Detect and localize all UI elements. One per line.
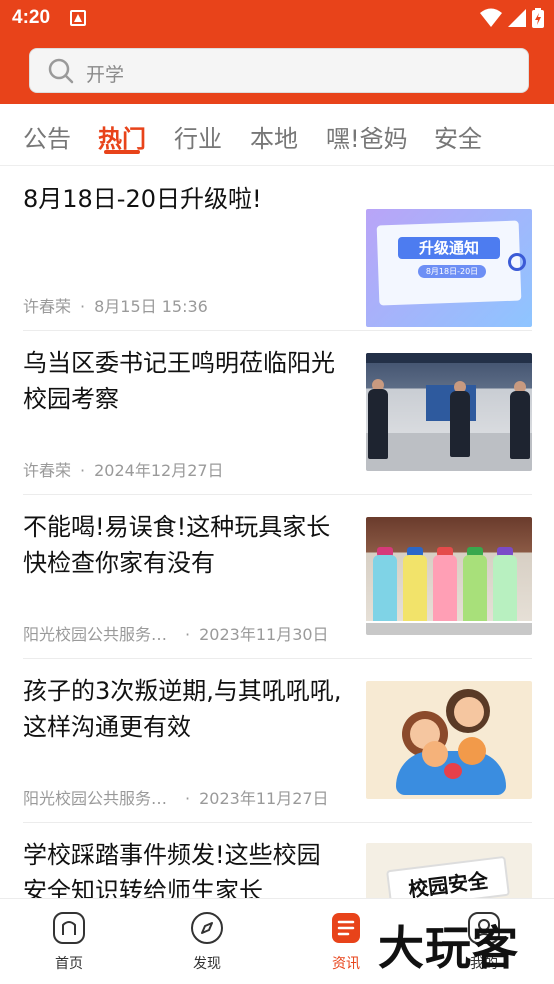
compass-icon	[191, 912, 223, 944]
article-meta: 许春荣 · 2024年12月27日	[23, 457, 224, 481]
tab-hot[interactable]: 热门	[98, 119, 146, 154]
article-meta: 许春荣 · 8月15日 15:36	[23, 293, 208, 317]
article-thumbnail: 升级通知 8月18日-20日	[366, 209, 532, 327]
thumb-child	[458, 737, 486, 765]
thumb-face	[454, 697, 484, 727]
thumb-bottle	[433, 555, 457, 625]
article-author: 阳光校园公共服务…	[23, 625, 168, 644]
article-thumbnail	[366, 353, 532, 471]
article-date: 2024年12月27日	[94, 461, 224, 480]
article-date: 2023年11月27日	[199, 789, 329, 808]
category-tabs: 公告 热门 行业 本地 嘿!爸妈 安全	[0, 104, 554, 166]
thumb-bottle	[463, 555, 487, 625]
thumb-floor	[366, 433, 532, 471]
magnifier-icon	[508, 253, 526, 271]
article-author: 阳光校园公共服务…	[23, 789, 168, 808]
article-title: 乌当区委书记王鸣明莅临阳光校园考察	[23, 349, 335, 413]
article-author: 许春荣	[23, 461, 72, 480]
thumb-bottle	[373, 555, 397, 625]
nav-label: 资讯	[332, 956, 360, 972]
search-icon	[48, 58, 74, 84]
divider	[23, 822, 532, 823]
thumb-heart	[444, 763, 462, 779]
article-author: 许春荣	[23, 297, 72, 316]
tab-hey-parents[interactable]: 嘿!爸妈	[326, 119, 408, 154]
article-title: 不能喝!易误食!这种玩具家长快检查你家有没有	[23, 513, 331, 577]
nav-label: 首页	[55, 956, 83, 972]
article-date: 2023年11月30日	[199, 625, 329, 644]
thumb-person	[510, 391, 530, 459]
thumb-date-chip: 8月18日-20日	[418, 265, 486, 278]
meta-separator: ·	[80, 461, 86, 480]
divider	[23, 330, 532, 331]
article-thumbnail	[366, 517, 532, 635]
thumb-paper	[376, 220, 522, 306]
article-thumbnail	[366, 681, 532, 799]
tab-local[interactable]: 本地	[250, 119, 298, 154]
status-icons	[480, 8, 544, 28]
wifi-icon	[480, 8, 502, 27]
thumb-person	[368, 389, 388, 459]
tab-industry[interactable]: 行业	[174, 119, 222, 154]
meta-separator: ·	[80, 297, 86, 316]
article-meta: 阳光校园公共服务… · 2023年11月30日	[23, 621, 329, 645]
tab-safety[interactable]: 安全	[434, 119, 482, 154]
status-bar: 4:20	[0, 0, 554, 38]
thumb-child	[422, 741, 448, 767]
article-title: 8月18日-20日升级啦!	[23, 185, 262, 213]
nav-discover[interactable]: 发现	[167, 911, 247, 973]
thumb-bottle	[493, 555, 517, 625]
tab-announcement[interactable]: 公告	[23, 119, 71, 154]
nav-label: 发现	[193, 956, 221, 972]
home-icon	[53, 912, 85, 944]
thumb-headline: 升级通知	[418, 239, 479, 257]
article-date: 8月15日 15:36	[94, 297, 208, 316]
thumb-ceiling	[366, 353, 532, 363]
watermark: 大玩客	[378, 921, 519, 975]
active-tab-indicator	[104, 150, 140, 154]
nav-home[interactable]: 首页	[29, 911, 109, 973]
news-icon	[332, 913, 360, 943]
app-header: 4:20 开学	[0, 0, 554, 104]
notification-app-icon	[70, 10, 86, 26]
divider	[23, 494, 532, 495]
search-placeholder: 开学	[86, 64, 125, 86]
article-title: 孩子的3次叛逆期,与其吼吼吼,这样沟通更有效	[23, 677, 342, 741]
thumb-rail	[366, 621, 532, 635]
meta-separator: ·	[185, 625, 191, 644]
thumb-bottle	[403, 555, 427, 625]
meta-separator: ·	[185, 789, 191, 808]
battery-icon	[532, 8, 544, 28]
nav-news[interactable]: 资讯	[306, 911, 386, 973]
signal-icon	[508, 9, 526, 27]
status-time: 4:20	[12, 7, 51, 28]
thumb-person	[450, 391, 470, 457]
search-input[interactable]: 开学	[29, 48, 529, 93]
divider	[23, 658, 532, 659]
article-meta: 阳光校园公共服务… · 2023年11月27日	[23, 785, 329, 809]
